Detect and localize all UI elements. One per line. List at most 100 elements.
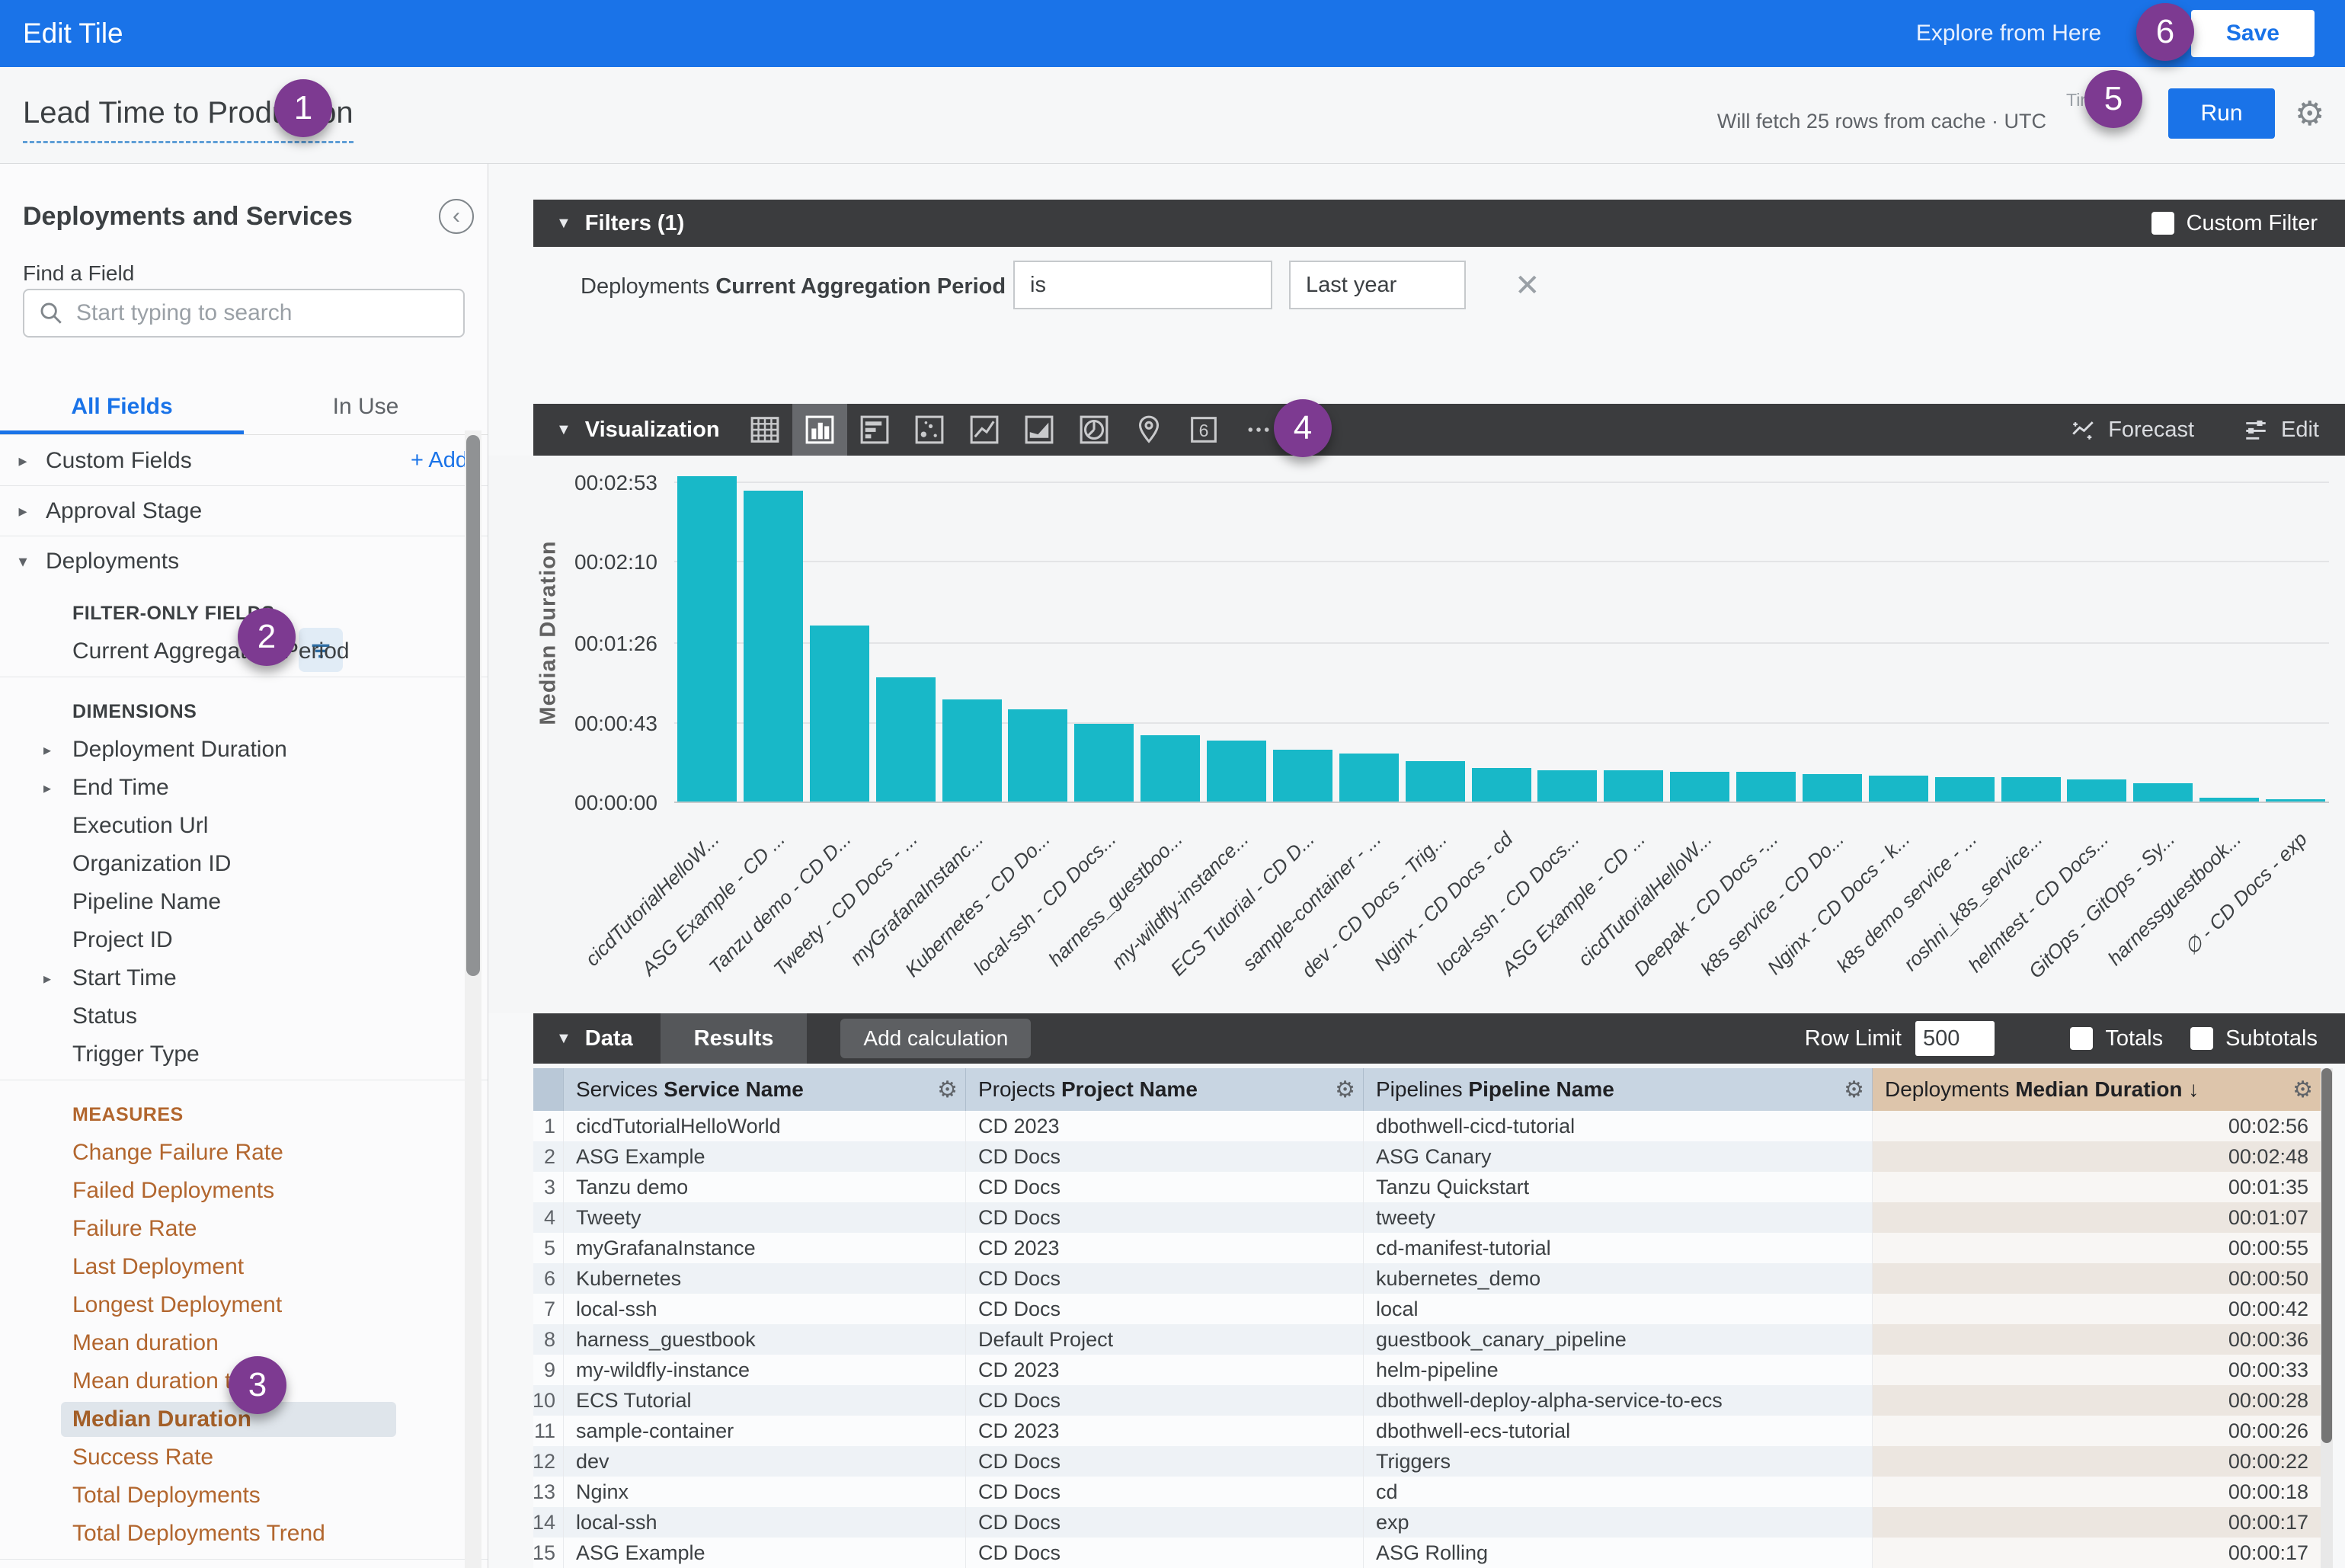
save-button[interactable]: Save — [2191, 10, 2315, 57]
field-execution-url[interactable]: Execution Url — [0, 807, 488, 845]
cell[interactable]: Tanzu demo — [564, 1172, 966, 1202]
column-gear-icon[interactable]: ⚙ — [2292, 1077, 2313, 1103]
field-start-time[interactable]: ▸Start Time — [0, 959, 488, 997]
remove-filter-icon[interactable]: ✕ — [1515, 268, 1540, 303]
search-input[interactable] — [76, 300, 449, 326]
chevron-right-icon[interactable]: ▸ — [43, 969, 72, 988]
cell[interactable]: 00:00:17 — [1873, 1538, 2321, 1568]
bar-ASG-Example-CD-[interactable] — [744, 491, 803, 802]
bar-harness-guestboo-[interactable] — [1141, 735, 1200, 802]
field-trigger-type[interactable]: Trigger Type — [0, 1035, 488, 1074]
sidebar-scrollbar[interactable] — [465, 430, 481, 1568]
cell[interactable]: CD Docs — [966, 1507, 1364, 1538]
gear-icon[interactable]: ⚙ — [2295, 94, 2324, 133]
cell[interactable]: CD Docs — [966, 1141, 1364, 1172]
tab-in-use[interactable]: In Use — [244, 379, 488, 434]
bar-k8s-demo-service-[interactable] — [1935, 777, 1995, 802]
field-failed-deployments[interactable]: Failed Deployments — [0, 1172, 488, 1210]
field-last-deployment[interactable]: Last Deployment — [0, 1248, 488, 1286]
chevron-right-icon[interactable]: ▸ — [43, 741, 72, 760]
cell[interactable]: 00:00:28 — [1873, 1385, 2321, 1416]
column-chart-icon[interactable] — [792, 404, 847, 456]
column-gear-icon[interactable]: ⚙ — [937, 1077, 958, 1103]
cell[interactable]: cicdTutorialHelloWorld — [564, 1111, 966, 1141]
bar-ASG-Example-CD-[interactable] — [1604, 770, 1663, 802]
bar-helmtest-CD-Docs-[interactable] — [2067, 779, 2126, 802]
add-calculation-button[interactable]: Add calculation — [840, 1019, 1031, 1058]
cell[interactable]: 00:02:56 — [1873, 1111, 2321, 1141]
cell[interactable]: CD Docs — [966, 1263, 1364, 1294]
cell[interactable]: 00:01:07 — [1873, 1202, 2321, 1233]
cell[interactable]: 00:00:55 — [1873, 1233, 2321, 1263]
results-tab[interactable]: Results — [661, 1013, 808, 1064]
filters-collapse-icon[interactable]: ▼ — [556, 215, 571, 232]
cell[interactable]: ASG Example — [564, 1538, 966, 1568]
pie-chart-icon[interactable] — [1067, 404, 1121, 456]
chevron-right-icon[interactable]: ▸ — [0, 501, 46, 521]
add-custom-field-button[interactable]: + Add — [411, 448, 468, 473]
bar-GitOps-GitOps-Sy-[interactable] — [2133, 783, 2193, 802]
cell[interactable]: dbothwell-ecs-tutorial — [1364, 1416, 1873, 1446]
bar-chart-icon[interactable] — [847, 404, 902, 456]
cell[interactable]: ASG Example — [564, 1141, 966, 1172]
forecast-button[interactable]: Forecast — [2070, 417, 2194, 443]
cell[interactable]: CD Docs — [966, 1446, 1364, 1477]
sidebar-item-approval-stage[interactable]: ▸Approval Stage — [0, 486, 488, 536]
data-collapse-icon[interactable]: ▼ — [556, 1030, 571, 1048]
column-header-pipeline-name[interactable]: Pipelines Pipeline Name⚙ — [1364, 1068, 1873, 1111]
column-header-median-duration[interactable]: Deployments Median Duration ↓⚙ — [1873, 1068, 2321, 1111]
column-header-service-name[interactable]: Services Service Name⚙ — [564, 1068, 966, 1111]
cell[interactable]: dbothwell-deploy-alpha-service-to-ecs — [1364, 1385, 1873, 1416]
line-chart-icon[interactable] — [957, 404, 1012, 456]
cell[interactable]: Tweety — [564, 1202, 966, 1233]
visualization-collapse-icon[interactable]: ▼ — [556, 421, 571, 439]
cell[interactable]: CD Docs — [966, 1294, 1364, 1324]
collapse-sidebar-icon[interactable]: ‹ — [439, 199, 474, 234]
run-button[interactable]: Run — [2168, 88, 2275, 139]
bar-Nginx-CD-Docs-k-[interactable] — [1869, 776, 1928, 802]
bar-dev-CD-Docs-Trig-[interactable] — [1406, 761, 1465, 802]
table-scrollbar[interactable] — [2321, 1068, 2333, 1568]
field-status[interactable]: Status — [0, 997, 488, 1035]
field-success-rate[interactable]: Success Rate — [0, 1438, 488, 1477]
cell[interactable]: 00:00:18 — [1873, 1477, 2321, 1507]
bar-ECS-Tutorial-CD-D-[interactable] — [1273, 750, 1332, 802]
cell[interactable]: ASG Canary — [1364, 1141, 1873, 1172]
field-longest-deployment[interactable]: Longest Deployment — [0, 1286, 488, 1324]
cell[interactable]: CD Docs — [966, 1202, 1364, 1233]
sidebar-item-deployments[interactable]: ▾Deployments2 — [0, 536, 488, 587]
bar-cicdTutorialHelloW-[interactable] — [677, 476, 737, 802]
cell[interactable]: 00:00:42 — [1873, 1294, 2321, 1324]
single-value-chart-icon[interactable]: 6 — [1176, 404, 1231, 456]
bar-local-ssh-CD-Docs-[interactable] — [1074, 724, 1134, 802]
bar-my-wildfly-instance-[interactable] — [1207, 741, 1266, 802]
cell[interactable]: helm-pipeline — [1364, 1355, 1873, 1385]
column-header-project-name[interactable]: Projects Project Name⚙ — [966, 1068, 1364, 1111]
map-chart-icon[interactable] — [1121, 404, 1176, 456]
cell[interactable]: local-ssh — [564, 1507, 966, 1538]
cell[interactable]: ASG Rolling — [1364, 1538, 1873, 1568]
bar-Deepak-CD-Docs-[interactable] — [1736, 772, 1796, 802]
cell[interactable]: local-ssh — [564, 1294, 966, 1324]
cell[interactable]: Tanzu Quickstart — [1364, 1172, 1873, 1202]
bar-cicdTutorialHelloW-[interactable] — [1670, 772, 1729, 802]
field-project-id[interactable]: Project ID — [0, 921, 488, 959]
cell[interactable]: 00:01:35 — [1873, 1172, 2321, 1202]
cell[interactable]: my-wildfly-instance — [564, 1355, 966, 1385]
cell[interactable]: CD 2023 — [966, 1416, 1364, 1446]
column-gear-icon[interactable]: ⚙ — [1335, 1077, 1355, 1103]
bar-Nginx-CD-Docs-cd[interactable] — [1472, 768, 1531, 802]
cell[interactable]: CD 2023 — [966, 1355, 1364, 1385]
cell[interactable]: 00:00:33 — [1873, 1355, 2321, 1385]
field-pipeline-name[interactable]: Pipeline Name — [0, 883, 488, 921]
row-limit-input[interactable] — [1915, 1021, 1995, 1056]
custom-filter-checkbox[interactable] — [2151, 212, 2174, 235]
field-change-failure-rate[interactable]: Change Failure Rate — [0, 1134, 488, 1172]
field-mean-duration[interactable]: Mean duration — [0, 1324, 488, 1362]
bar-k8s-service-CD-Do-[interactable] — [1803, 774, 1862, 802]
explore-from-here-link[interactable]: Explore from Here — [1916, 21, 2101, 46]
bar-roshni-k8s-service-[interactable] — [2001, 777, 2061, 802]
cell[interactable]: CD Docs — [966, 1385, 1364, 1416]
edit-viz-button[interactable]: Edit — [2243, 417, 2319, 443]
cell[interactable]: 00:00:22 — [1873, 1446, 2321, 1477]
